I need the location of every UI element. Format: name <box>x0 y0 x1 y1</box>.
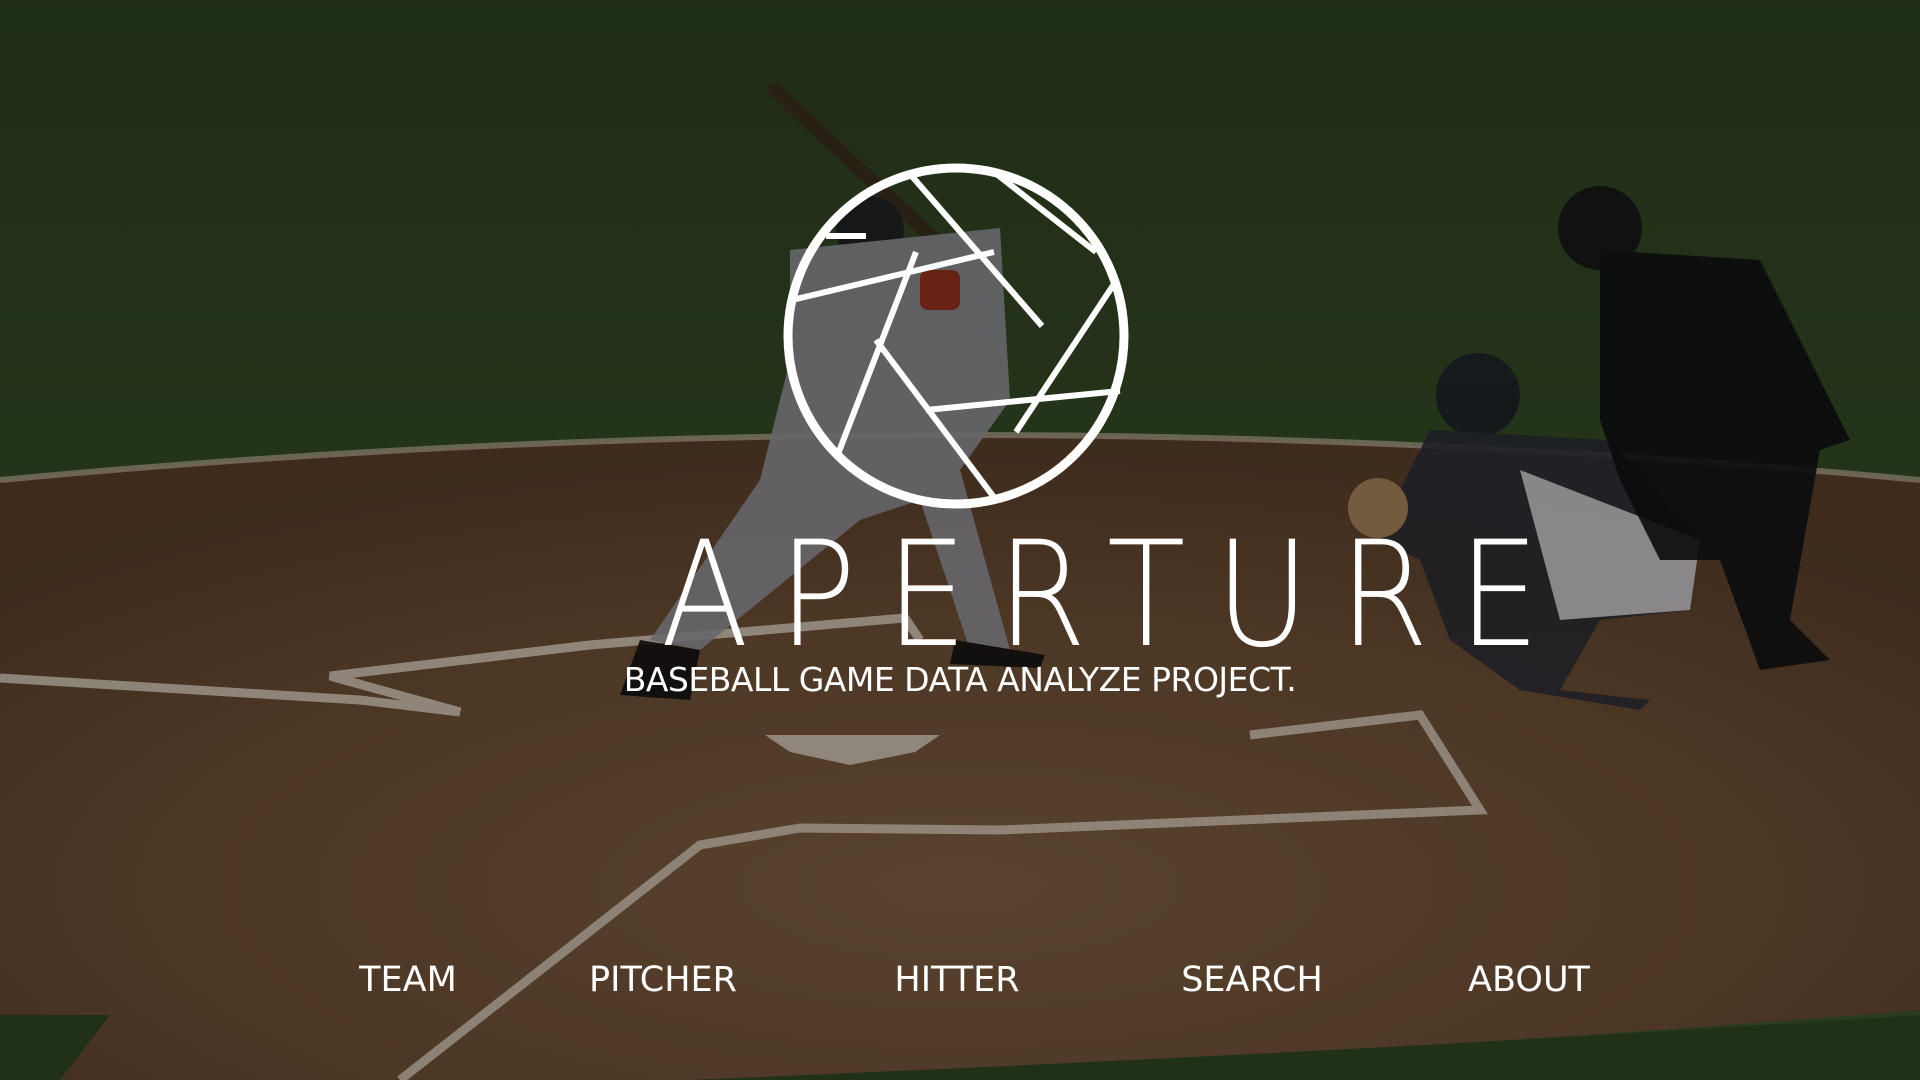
nav-item-about[interactable]: ABOUT <box>1468 958 1590 1002</box>
nav-item-pitcher[interactable]: PITCHER <box>589 958 737 1002</box>
brand-title: APERTURE <box>660 510 1570 680</box>
nav-item-hitter[interactable]: HITTER <box>894 958 1019 1002</box>
nav-item-search[interactable]: SEARCH <box>1181 958 1323 1002</box>
main-nav: TEAM PITCHER HITTER SEARCH ABOUT <box>0 958 1920 1008</box>
aperture-shutter-icon <box>783 163 1129 509</box>
brand-tagline: BASEBALL GAME DATA ANALYZE PROJECT. <box>623 660 1297 699</box>
landing-page: APERTURE BASEBALL GAME DATA ANALYZE PROJ… <box>0 0 1920 1080</box>
nav-item-team[interactable]: TEAM <box>359 958 457 1002</box>
